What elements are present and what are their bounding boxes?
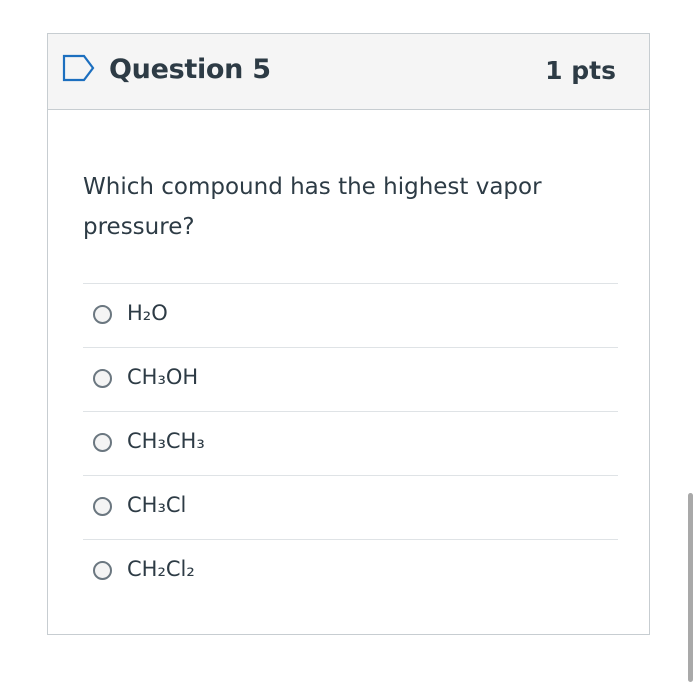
answer-label[interactable]: CH₃Cl [127, 493, 186, 517]
answer-label[interactable]: CH₂Cl₂ [127, 557, 195, 581]
question-text: Which compound has the highest vapor pre… [83, 174, 542, 240]
question-card: Question 5 1 pts Which compound has the … [47, 33, 650, 635]
radio-button[interactable] [93, 433, 112, 452]
answer-label[interactable]: H₂O [127, 301, 168, 325]
answer-option[interactable]: CH₃CH₃ [83, 411, 618, 475]
answer-option[interactable]: CH₂Cl₂ [83, 539, 618, 603]
question-points: 1 pts [545, 56, 616, 85]
flag-question-icon[interactable] [62, 54, 96, 82]
scrollbar[interactable] [688, 493, 693, 682]
answer-option[interactable]: H₂O [83, 283, 618, 347]
question-header: Question 5 1 pts [48, 34, 649, 110]
answer-option[interactable]: CH₃OH [83, 347, 618, 411]
answer-label[interactable]: CH₃OH [127, 365, 198, 389]
radio-button[interactable] [93, 561, 112, 580]
radio-button[interactable] [93, 369, 112, 388]
answer-label[interactable]: CH₃CH₃ [127, 429, 205, 453]
answer-option[interactable]: CH₃Cl [83, 475, 618, 539]
radio-button[interactable] [93, 305, 112, 324]
radio-button[interactable] [93, 497, 112, 516]
question-title: Question 5 [109, 54, 271, 85]
answer-list: H₂O CH₃OH CH₃CH₃ CH₃Cl CH₂Cl₂ [83, 283, 618, 603]
